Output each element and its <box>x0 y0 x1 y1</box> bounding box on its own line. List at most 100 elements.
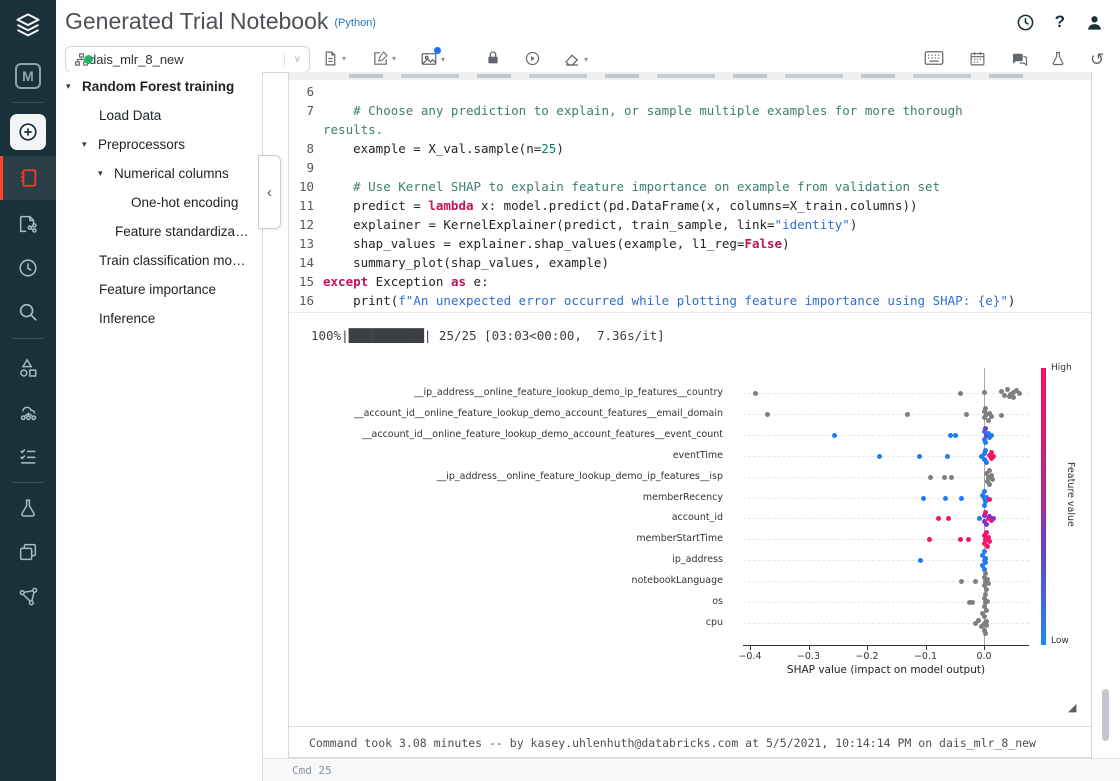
feature-label: memberStartTime <box>636 533 723 544</box>
shap-point <box>989 414 994 419</box>
shap-point <box>945 454 950 459</box>
shap-point <box>970 600 975 605</box>
shap-point <box>918 558 923 563</box>
toc-item[interactable]: Inference <box>56 304 262 333</box>
resize-handle-icon[interactable]: ◢ <box>1068 701 1076 714</box>
experiments-flask-icon[interactable] <box>0 488 56 528</box>
feature-label: account_id <box>672 512 723 523</box>
jobs-checklist-icon[interactable] <box>0 436 56 476</box>
cmd-strip: Cmd 25 <box>263 758 1120 781</box>
x-axis-title: SHAP value (impact on model output) <box>787 664 985 676</box>
toc-caret-icon[interactable]: ▾ <box>66 81 82 92</box>
x-axis-tick <box>867 646 868 650</box>
toc-item[interactable]: Load Data <box>56 101 262 130</box>
shap-point <box>959 579 964 584</box>
search-icon[interactable] <box>0 292 56 332</box>
feature-label: __account_id__online_feature_lookup_demo… <box>362 429 723 440</box>
calendar-button[interactable] <box>969 50 986 67</box>
keyboard-shortcuts-button[interactable] <box>924 50 944 66</box>
shap-point <box>921 496 926 501</box>
eraser-menu-button[interactable]: ▾ <box>563 50 588 68</box>
shap-point <box>958 391 963 396</box>
user-icon[interactable] <box>1085 13 1104 32</box>
help-icon[interactable]: ? <box>1055 12 1065 32</box>
toc-item-label: Load Data <box>99 108 161 123</box>
shap-point <box>1017 391 1022 396</box>
compute-cloud-icon[interactable] <box>0 392 56 432</box>
sidebar-divider <box>12 102 44 103</box>
shap-point <box>977 516 982 521</box>
shap-point <box>927 537 932 542</box>
shap-point <box>983 440 988 445</box>
vertical-scrollbar[interactable] <box>1102 689 1109 741</box>
models-icon[interactable] <box>0 532 56 572</box>
toc-panel: ▾Random Forest trainingLoad Data▾Preproc… <box>56 72 263 781</box>
toc-item[interactable]: Train classification mo… <box>56 246 262 275</box>
toc-item[interactable]: One-hot encoding <box>56 188 262 217</box>
shap-point <box>982 390 987 395</box>
x-tick-label: −0.1 <box>914 651 937 662</box>
image-menu-button[interactable]: ▾ <box>420 50 445 68</box>
shap-point <box>877 454 882 459</box>
colorbar-low-label: Low <box>1051 636 1069 646</box>
shap-point <box>984 522 989 527</box>
toc-item[interactable]: ▾Preprocessors <box>56 130 262 159</box>
page-title: Generated Trial Notebook(Python) <box>65 8 376 35</box>
toc-item-label: Feature importance <box>99 282 216 297</box>
new-plus-icon[interactable] <box>0 112 56 152</box>
repos-icon[interactable] <box>0 204 56 244</box>
notebook-cell[interactable]: 67 # Choose any prediction to explain, o… <box>288 72 1092 758</box>
cluster-name: dais_mlr_8_new <box>89 52 284 67</box>
shap-point <box>953 433 958 438</box>
run-button[interactable] <box>524 50 541 67</box>
cmd-label: Cmd 25 <box>292 764 332 777</box>
feature-label: __account_id__online_feature_lookup_demo… <box>354 408 723 419</box>
recents-clock-icon[interactable] <box>0 248 56 288</box>
edit-menu-button[interactable]: ▾ <box>372 50 396 67</box>
databricks-logo[interactable] <box>0 6 56 46</box>
toc-item[interactable]: Feature importance <box>56 275 262 304</box>
clock-icon[interactable] <box>1016 13 1035 32</box>
file-menu-button[interactable]: ▾ <box>322 50 346 67</box>
shap-point <box>991 516 996 521</box>
shap-point <box>983 560 988 565</box>
toc-item-label: Inference <box>99 311 155 326</box>
feature-store-graph-icon[interactable] <box>0 576 56 616</box>
notebook-icon[interactable] <box>0 156 56 200</box>
shap-point <box>984 587 989 592</box>
data-shapes-icon[interactable] <box>0 348 56 388</box>
app-sidebar: M <box>0 0 56 781</box>
colorbar <box>1041 368 1046 645</box>
toc-item-label: Random Forest training <box>82 79 234 94</box>
toc-item-label: Feature standardiza… <box>115 224 249 239</box>
toc-collapse-button[interactable]: ‹ <box>258 155 281 229</box>
comments-button[interactable] <box>1010 50 1028 68</box>
x-tick-label: −0.3 <box>797 651 820 662</box>
shap-point <box>1007 394 1012 399</box>
shap-point <box>989 433 994 438</box>
shap-point <box>987 539 992 544</box>
shap-point <box>958 537 963 542</box>
experiment-flask-button[interactable] <box>1050 50 1066 67</box>
toc-item[interactable]: ▾Numerical columns <box>56 159 262 188</box>
toc-caret-icon[interactable]: ▾ <box>98 168 114 179</box>
history-button[interactable]: ↻ <box>1090 50 1104 70</box>
shap-point <box>976 618 981 623</box>
x-tick-label: −0.4 <box>738 651 761 662</box>
shap-point <box>966 537 971 542</box>
toc-item[interactable]: Feature standardiza… <box>56 217 262 246</box>
shap-point <box>983 426 988 431</box>
toc-item[interactable]: ▾Random Forest training <box>56 72 262 101</box>
dropdown-caret-icon: ▾ <box>342 54 346 63</box>
cluster-selector[interactable]: dais_mlr_8_new ∨ <box>65 46 310 73</box>
toc-caret-icon[interactable]: ▾ <box>82 139 98 150</box>
toc-item-label: Train classification mo… <box>99 253 246 268</box>
lock-button[interactable] <box>485 50 501 66</box>
cell-footer: Command took 3.08 minutes -- by kasey.uh… <box>289 726 1092 758</box>
divider <box>284 53 285 67</box>
language-tag: (Python) <box>334 17 376 29</box>
workspace-m-icon[interactable]: M <box>0 56 56 96</box>
shap-point <box>982 549 987 554</box>
shap-point <box>832 433 837 438</box>
shap-point <box>982 489 987 494</box>
